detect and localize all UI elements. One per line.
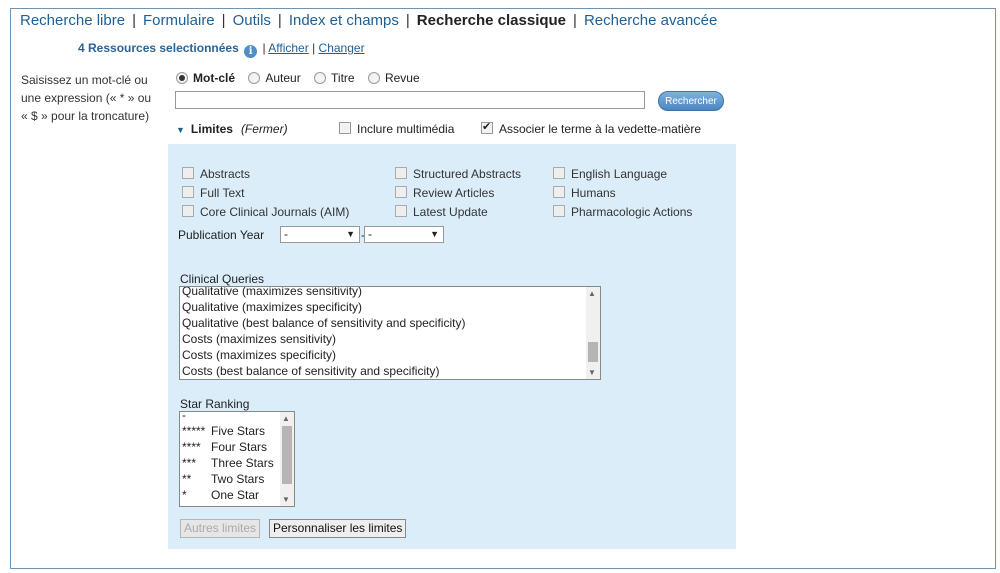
scrollbar[interactable]: ▲ ▼: [280, 412, 294, 506]
tab-recherche-libre[interactable]: Recherche libre: [20, 12, 125, 29]
publication-year-label: Publication Year: [178, 228, 265, 242]
radio-button[interactable]: [248, 72, 261, 84]
limit-review-articles[interactable]: Review Articles: [395, 186, 494, 200]
afficher-link[interactable]: Afficher: [268, 41, 308, 55]
scrollbar[interactable]: ▲ ▼: [586, 287, 600, 379]
list-item[interactable]: ***** Five Stars: [181, 423, 274, 439]
scroll-up-icon[interactable]: ▲: [282, 414, 290, 423]
radio-mot-cle[interactable]: Mot-clé: [176, 71, 235, 85]
resources-count: 4 Ressources selectionnées: [78, 41, 239, 55]
limits-title[interactable]: Limites: [191, 122, 233, 136]
list-item[interactable]: Qualitative (maximizes specificity): [181, 299, 465, 315]
limits-panel: Abstracts Full Text Core Clinical Journa…: [168, 144, 736, 549]
checkbox[interactable]: [182, 167, 194, 179]
list-item[interactable]: Qualitative (maximizes sensitivity): [181, 287, 465, 299]
dropdown-arrow-icon: ▼: [346, 229, 355, 239]
limit-humans[interactable]: Humans: [553, 186, 616, 200]
tab-index-et-champs[interactable]: Index et champs: [289, 12, 399, 29]
fermer-link[interactable]: (Fermer): [241, 122, 288, 136]
publication-year-from-select[interactable]: - ▼: [280, 226, 360, 243]
radio-button[interactable]: [176, 72, 188, 84]
personnaliser-limites-button[interactable]: Personnaliser les limites: [269, 519, 407, 538]
checkbox[interactable]: [182, 186, 194, 198]
radio-revue[interactable]: Revue: [367, 71, 420, 85]
search-input[interactable]: [175, 91, 645, 109]
tab-separator: |: [405, 12, 410, 29]
checkbox[interactable]: [182, 205, 194, 217]
list-item[interactable]: Qualitative (best balance of sensitivity…: [181, 315, 465, 331]
checkbox[interactable]: [481, 120, 493, 134]
list-item[interactable]: *** Three Stars: [181, 455, 274, 471]
list-item[interactable]: **** Four Stars: [181, 439, 274, 455]
changer-link[interactable]: Changer: [319, 41, 365, 55]
radio-button[interactable]: [314, 72, 327, 84]
list-item[interactable]: Costs (best balance of sensitivity and s…: [181, 363, 465, 379]
limit-structured-abstracts[interactable]: Structured Abstracts: [395, 167, 521, 181]
limits-header: ▼ Limites (Fermer): [176, 122, 288, 136]
tab-recherche-avancee[interactable]: Recherche avancée: [584, 12, 717, 29]
checkbox[interactable]: [553, 186, 565, 198]
search-tabs: Recherche libre | Formulaire | Outils | Index …: [20, 12, 717, 29]
tab-separator: |: [573, 12, 577, 29]
limit-full-text[interactable]: Full Text: [182, 186, 244, 200]
tab-separator: |: [132, 12, 136, 29]
dropdown-arrow-icon: ▼: [430, 229, 439, 239]
resources-separator: |: [262, 41, 266, 55]
checkbox[interactable]: [339, 122, 351, 134]
tab-separator: |: [221, 12, 226, 29]
radio-titre[interactable]: Titre: [314, 71, 355, 85]
tab-formulaire[interactable]: Formulaire: [143, 12, 215, 29]
clinical-queries-listbox[interactable]: Qualitative (maximizes sensitivity) Qual…: [179, 286, 601, 380]
resources-bar: 4 Ressources selectionnées i | Afficher …: [78, 41, 365, 58]
tab-recherche-classique[interactable]: Recherche classique: [417, 12, 566, 29]
info-icon[interactable]: i: [244, 45, 258, 58]
scroll-up-icon[interactable]: ▲: [588, 289, 596, 298]
list-item[interactable]: ** Two Stars: [181, 471, 274, 487]
limit-abstracts[interactable]: Abstracts: [182, 167, 250, 181]
scroll-down-icon[interactable]: ▼: [282, 495, 290, 504]
radio-button[interactable]: [367, 72, 380, 84]
checkbox[interactable]: [395, 205, 407, 217]
list-item[interactable]: -: [181, 412, 274, 423]
search-mode-group: Mot-clé Auteur Titre Revue: [176, 71, 430, 87]
limit-latest-update[interactable]: Latest Update: [395, 205, 488, 219]
scroll-thumb[interactable]: [282, 426, 292, 484]
radio-auteur[interactable]: Auteur: [248, 71, 301, 85]
rechercher-button[interactable]: Rechercher: [658, 91, 724, 111]
limit-english-language[interactable]: English Language: [553, 167, 667, 181]
search-instructions: Saisissez un mot-clé ou une expression (…: [21, 73, 152, 123]
scroll-down-icon[interactable]: ▼: [588, 368, 596, 377]
autres-limites-button[interactable]: Autres limites: [180, 519, 261, 538]
list-item[interactable]: Costs (maximizes sensitivity): [181, 331, 465, 347]
clinical-queries-label: Clinical Queries: [180, 272, 265, 286]
triangle-down-icon[interactable]: ▼: [176, 125, 185, 135]
limit-pharmacologic-actions[interactable]: Pharmacologic Actions: [553, 205, 692, 219]
checkbox[interactable]: [395, 186, 407, 198]
scroll-thumb[interactable]: [588, 342, 598, 362]
checkbox[interactable]: [553, 167, 565, 179]
list-item[interactable]: Costs (maximizes specificity): [181, 347, 465, 363]
checkbox[interactable]: [395, 167, 407, 179]
star-ranking-listbox[interactable]: - ***** Five Stars **** Four Stars *** Thre…: [179, 411, 295, 507]
resources-separator: |: [312, 41, 316, 55]
star-ranking-label: Star Ranking: [180, 397, 250, 411]
tab-outils[interactable]: Outils: [233, 12, 271, 29]
publication-year-to-select[interactable]: - ▼: [364, 226, 444, 243]
limit-core-clinical-journals[interactable]: Core Clinical Journals (AIM): [182, 205, 349, 219]
checkbox[interactable]: [553, 205, 565, 217]
associer-terme-option[interactable]: Associer le terme à la vedette-matière: [481, 120, 701, 136]
list-item[interactable]: * One Star: [181, 487, 274, 503]
tab-separator: |: [277, 12, 282, 29]
inclure-multimedia-option[interactable]: Inclure multimédia: [339, 122, 454, 136]
